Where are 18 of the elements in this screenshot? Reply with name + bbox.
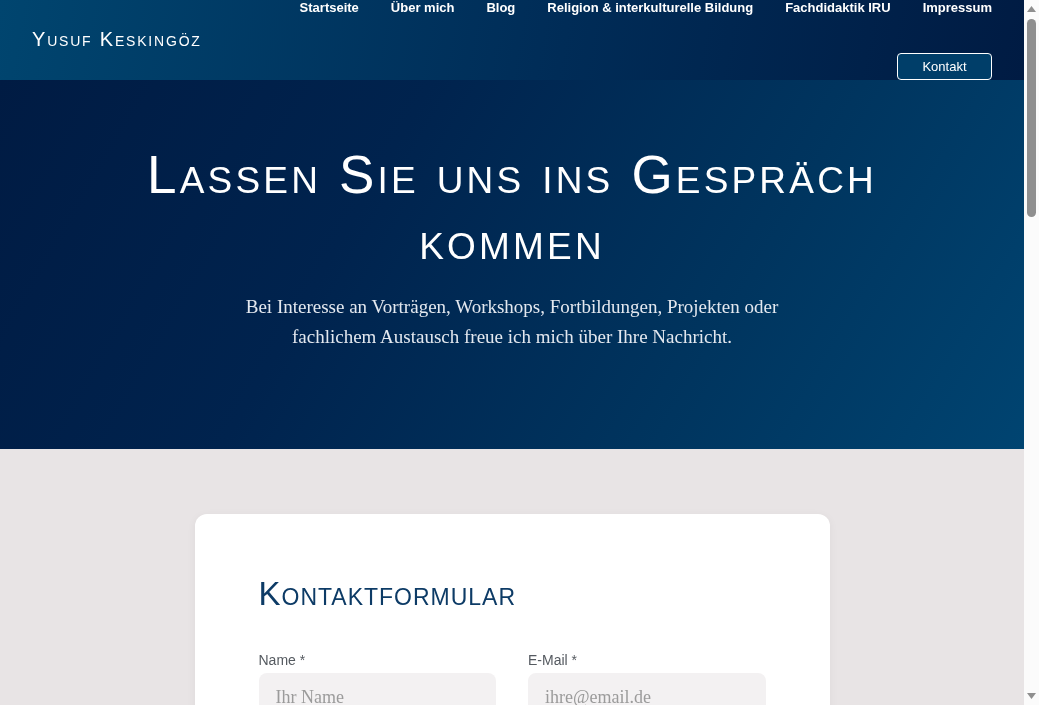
field-label: Name * <box>258 651 307 670</box>
scrollbar-thumb[interactable] <box>1027 19 1036 217</box>
contact-button[interactable]: Kontakt <box>897 53 992 80</box>
hero-subtitle: Bei Interesse an Vorträgen, Workshops, Fortbildungen, Projekten oder fachlichem Austausch freue ich mich über Ihre Nachricht. <box>244 295 780 349</box>
nav-link[interactable]: Religion & interkulturelle Bildung <box>547 0 754 15</box>
field-label: E-Mail * <box>528 651 578 670</box>
nav-link[interactable]: Startseite <box>299 0 359 15</box>
form-title: Kontaktformular <box>258 574 517 614</box>
input-field[interactable]: ihre@email.de <box>528 673 766 705</box>
scroll-up-arrow-icon[interactable] <box>1027 6 1036 12</box>
hero-title: Lassen Sie uns ins Gespräch kommen <box>146 144 878 272</box>
scroll-down-arrow-icon[interactable] <box>1027 693 1036 699</box>
site-logo[interactable]: Yusuf Keskingöz <box>32 27 202 51</box>
input-field[interactable]: Ihr Name <box>258 673 496 705</box>
nav-link[interactable]: Impressum <box>922 0 992 15</box>
nav-link[interactable]: Blog <box>486 0 516 15</box>
nav-link[interactable]: Über mich <box>390 0 455 15</box>
nav-link[interactable]: Fachdidaktik IRU <box>785 0 891 15</box>
